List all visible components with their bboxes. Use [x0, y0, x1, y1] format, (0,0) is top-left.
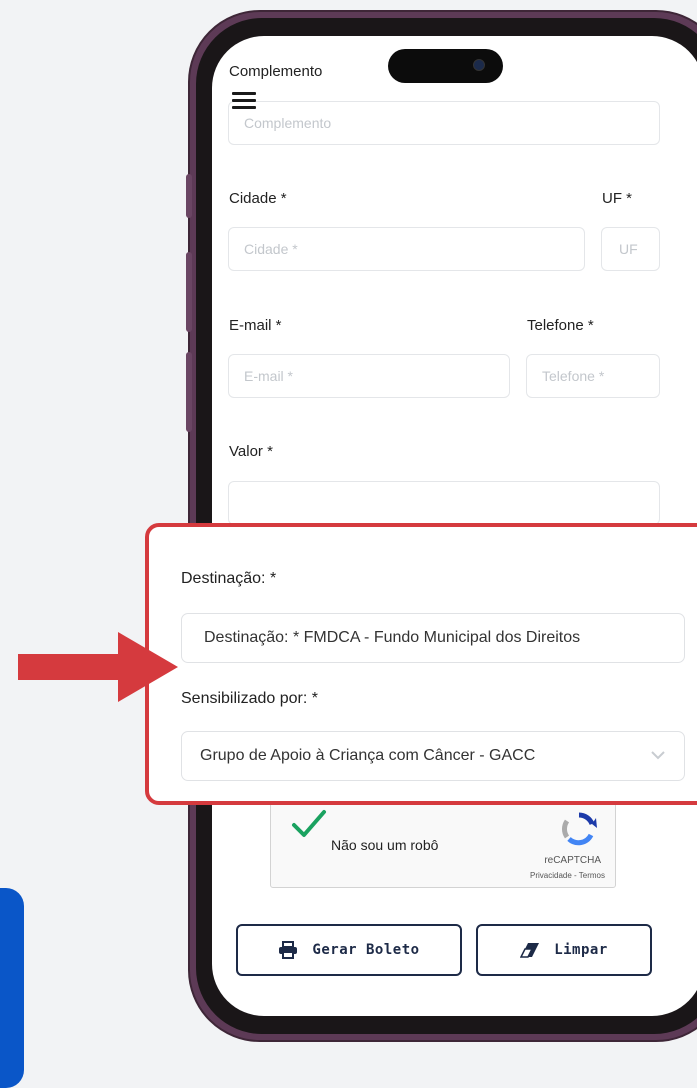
telefone-label: Telefone * — [527, 317, 594, 334]
menu-icon[interactable] — [232, 92, 256, 110]
chevron-down-icon — [651, 751, 665, 760]
eraser-icon — [520, 943, 540, 958]
blue-accent-bar — [0, 888, 24, 1088]
valor-label: Valor * — [229, 443, 273, 460]
cidade-input[interactable] — [228, 227, 585, 271]
email-label: E-mail * — [229, 317, 282, 334]
destinacao-select[interactable]: Destinação: * FMDCA - Fundo Municipal do… — [181, 613, 685, 663]
sensibilizado-value: Grupo de Apoio à Criança com Câncer - GA… — [200, 747, 536, 764]
highlight-callout: Destinação: * Destinação: * FMDCA - Fund… — [145, 523, 697, 805]
generate-boleto-button[interactable]: Gerar Boleto — [236, 924, 462, 976]
destinacao-label: Destinação: * — [181, 570, 277, 587]
email-input[interactable] — [228, 354, 510, 398]
red-arrow-icon — [18, 632, 178, 702]
uf-input[interactable] — [601, 227, 660, 271]
printer-icon — [279, 941, 298, 959]
recaptcha-logo-icon — [562, 812, 597, 846]
valor-input[interactable] — [228, 481, 660, 525]
phone-side-button — [186, 174, 192, 218]
phone-volume-down — [186, 352, 192, 432]
complemento-input[interactable] — [228, 101, 660, 145]
uf-label: UF * — [602, 190, 632, 207]
checkmark-icon[interactable] — [291, 809, 327, 839]
clear-button[interactable]: Limpar — [476, 924, 652, 976]
camera-icon — [473, 59, 485, 71]
dynamic-island — [388, 49, 503, 83]
cidade-label: Cidade * — [229, 190, 287, 207]
captcha-label: Não sou um robô — [331, 837, 439, 853]
captcha-brand: reCAPTCHA — [544, 855, 601, 866]
clear-label: Limpar — [554, 942, 608, 958]
phone-volume-up — [186, 252, 192, 332]
sensibilizado-select[interactable]: Grupo de Apoio à Criança com Câncer - GA… — [181, 731, 685, 781]
captcha-terms[interactable]: Privacidade - Termos — [530, 871, 605, 880]
telefone-input[interactable] — [526, 354, 660, 398]
sensibilizado-label: Sensibilizado por: * — [181, 690, 318, 707]
complemento-label: Complemento — [229, 63, 323, 80]
generate-boleto-label: Gerar Boleto — [312, 942, 420, 958]
